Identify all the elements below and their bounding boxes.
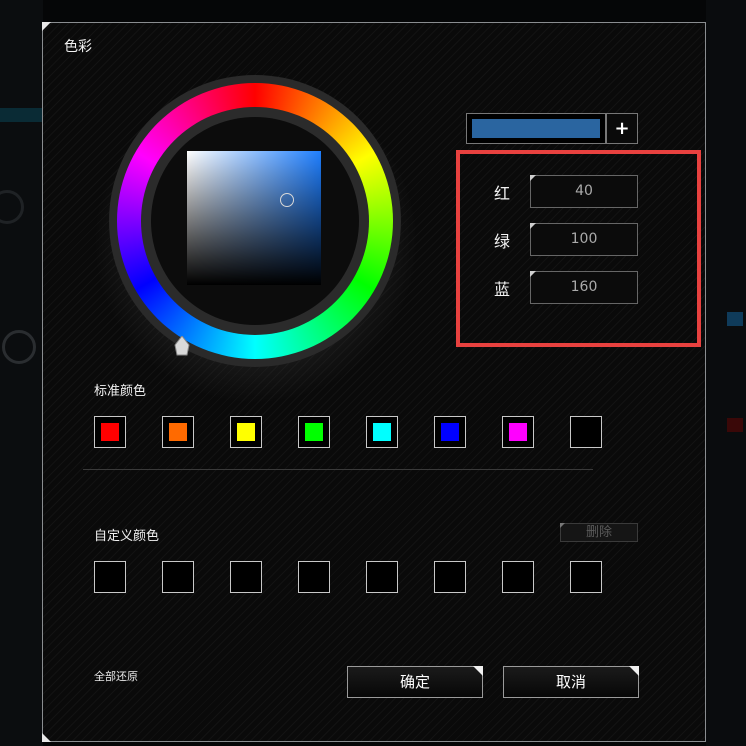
saturation-value-cursor[interactable] xyxy=(280,193,294,207)
color-preview-swatch xyxy=(472,119,600,138)
confirm-button[interactable]: 确定 xyxy=(347,666,483,698)
color-preview xyxy=(466,113,606,144)
saturation-value-square[interactable] xyxy=(187,151,321,285)
custom-color-swatch[interactable] xyxy=(502,561,534,593)
red-label: 红 xyxy=(494,184,511,203)
corner-accent xyxy=(42,733,51,742)
color-picker-dialog: 色彩 + 红 40 绿 100 蓝 160 标准颜色 自定义颜色 删除 全部还原… xyxy=(42,22,706,742)
standard-color-swatch-fill xyxy=(509,423,527,441)
standard-color-swatch[interactable] xyxy=(570,416,602,448)
standard-color-swatch[interactable] xyxy=(502,416,534,448)
corner-accent xyxy=(42,22,51,31)
custom-color-swatch[interactable] xyxy=(366,561,398,593)
standard-color-swatch-fill xyxy=(373,423,391,441)
blue-input[interactable]: 160 xyxy=(530,271,638,304)
cancel-button[interactable]: 取消 xyxy=(503,666,639,698)
divider xyxy=(83,469,593,470)
background-red-indicator xyxy=(727,418,743,432)
blue-label: 蓝 xyxy=(494,280,511,299)
standard-color-swatch-fill xyxy=(101,423,119,441)
background-block-icon xyxy=(2,330,36,364)
custom-color-swatch[interactable] xyxy=(434,561,466,593)
standard-color-swatch[interactable] xyxy=(230,416,262,448)
add-custom-color-button[interactable]: + xyxy=(606,113,638,144)
custom-color-swatch[interactable] xyxy=(298,561,330,593)
custom-color-swatch[interactable] xyxy=(94,561,126,593)
standard-color-swatch-fill xyxy=(305,423,323,441)
hue-handle-icon[interactable] xyxy=(174,336,190,356)
delete-custom-color-button[interactable]: 删除 xyxy=(560,523,638,542)
standard-color-swatch-fill xyxy=(169,423,187,441)
standard-color-swatch[interactable] xyxy=(162,416,194,448)
standard-color-swatch-fill xyxy=(441,423,459,441)
standard-color-swatch[interactable] xyxy=(94,416,126,448)
dialog-title: 色彩 xyxy=(64,39,92,55)
reset-all-button[interactable]: 全部还原 xyxy=(94,668,138,684)
background-accent-bar xyxy=(0,108,43,122)
standard-color-swatch[interactable] xyxy=(366,416,398,448)
custom-color-swatch[interactable] xyxy=(230,561,262,593)
standard-color-swatch[interactable] xyxy=(298,416,330,448)
custom-color-swatch[interactable] xyxy=(570,561,602,593)
standard-colors-label: 标准颜色 xyxy=(94,384,147,399)
standard-color-swatch-fill xyxy=(237,423,255,441)
custom-color-swatch[interactable] xyxy=(162,561,194,593)
standard-color-swatch[interactable] xyxy=(434,416,466,448)
background-app-right xyxy=(706,0,746,746)
background-blue-indicator xyxy=(727,312,743,326)
green-label: 绿 xyxy=(494,232,511,251)
green-input[interactable]: 100 xyxy=(530,223,638,256)
custom-colors-label: 自定义颜色 xyxy=(94,529,160,544)
red-input[interactable]: 40 xyxy=(530,175,638,208)
